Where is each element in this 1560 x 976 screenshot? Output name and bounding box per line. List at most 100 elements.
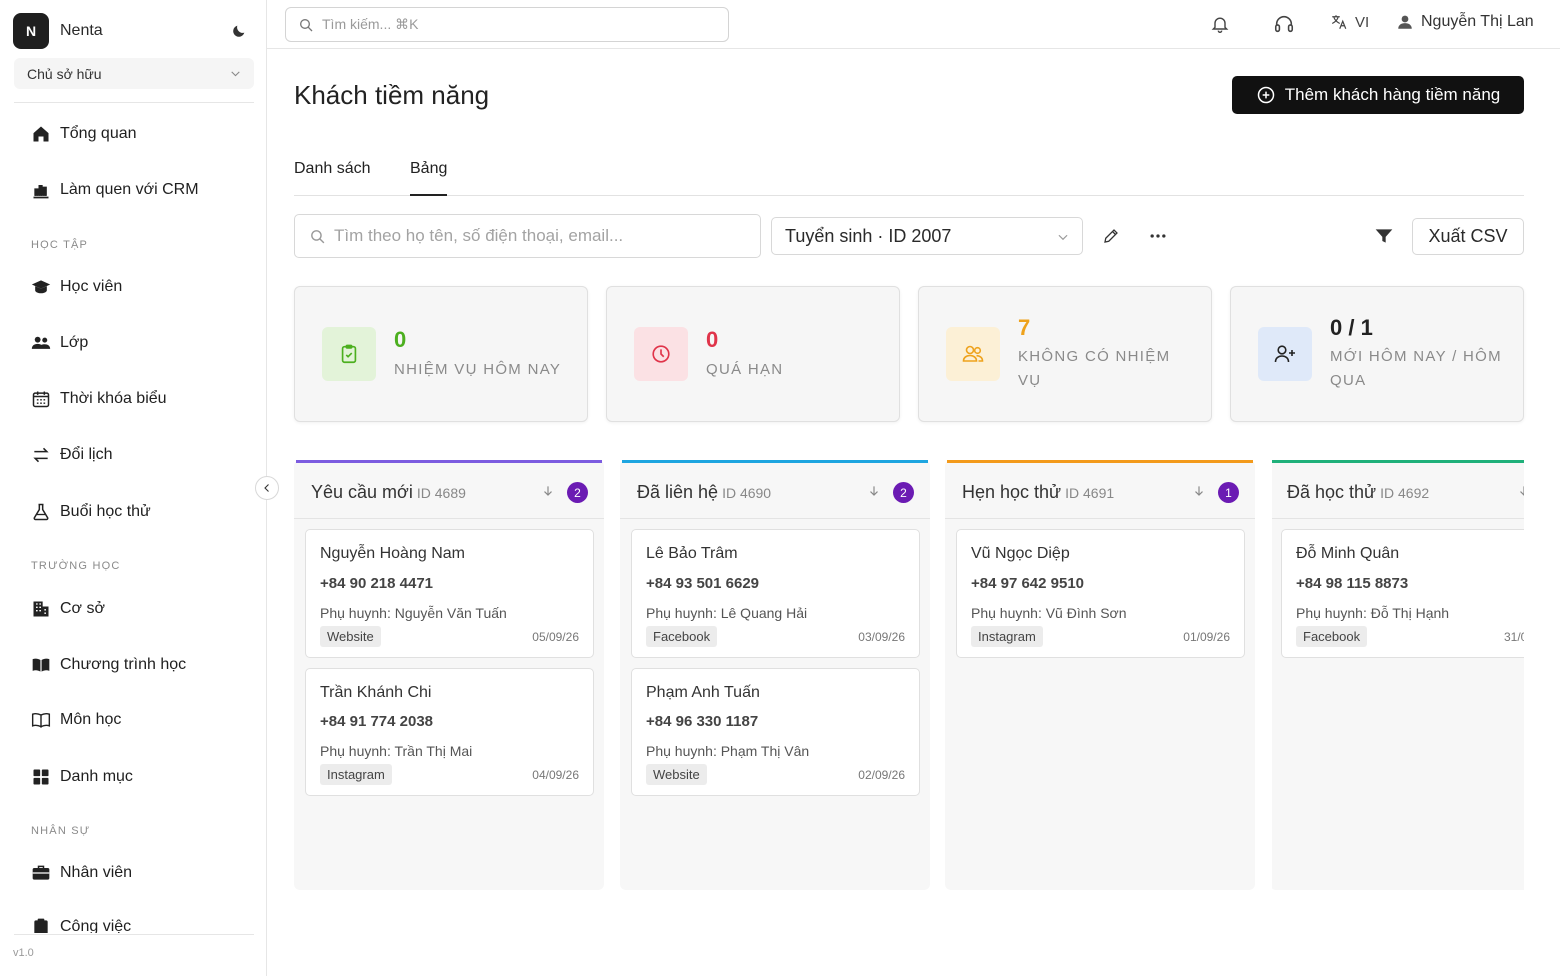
sidebar-item-curriculum[interactable]: Chương trình học <box>31 653 186 677</box>
sidebar-item-label: Môn học <box>60 711 122 728</box>
calendar-icon <box>31 389 51 409</box>
sidebar-item-classes[interactable]: Lớp <box>31 331 88 355</box>
column-count-badge: 2 <box>893 482 914 503</box>
role-select-value: Chủ sở hữu <box>27 65 102 82</box>
export-csv-button[interactable]: Xuất CSV <box>1412 218 1524 255</box>
sidebar-item-label: Danh mục <box>60 768 133 785</box>
column-header: Đã liên hệ ID 4690 2 <box>620 463 930 519</box>
stat-value: 0 <box>394 327 407 352</box>
sidebar-item-crm-intro[interactable]: Làm quen với CRM <box>31 178 199 202</box>
lead-parent: Phụ huynh: Trần Thị Mai <box>320 743 473 759</box>
lead-source-tag: Facebook <box>1296 626 1368 647</box>
translate-icon <box>1330 13 1348 31</box>
sidebar-item-label: Lớp <box>60 334 89 351</box>
sidebar-item-subjects[interactable]: Môn học <box>31 708 121 732</box>
topbar: Tìm kiếm... ⌘K VI Nguyễn Thị Lan <box>267 0 1560 49</box>
lead-source-tag: Instagram <box>971 626 1043 647</box>
stat-label: MỚI HÔM NAY / HÔM QUA <box>1330 348 1502 389</box>
tab-list[interactable]: Danh sách <box>294 160 371 196</box>
sort-down-icon[interactable] <box>867 484 881 498</box>
column-header: Yêu cầu mới ID 4689 2 <box>294 463 604 519</box>
pipeline-select[interactable]: Tuyển sinh · ID 2007 <box>771 217 1083 255</box>
chevron-left-icon <box>264 484 269 492</box>
sidebar-item-label: Cơ sở <box>60 600 105 617</box>
add-lead-label: Thêm khách hàng tiềm năng <box>1284 85 1501 104</box>
stat-icon-bg <box>322 327 376 381</box>
sidebar-item-label: Làm quen với CRM <box>60 181 199 198</box>
lead-card[interactable]: Nguyễn Hoàng Nam +84 90 218 4471 Phụ huy… <box>305 529 594 658</box>
stat-icon-bg <box>946 327 1000 381</box>
clipboard-check-icon <box>341 344 357 364</box>
sidebar-item-trial-lessons[interactable]: Buổi học thử <box>31 500 151 524</box>
column-id: ID 4692 <box>1380 485 1430 501</box>
user-menu[interactable]: Nguyễn Thị Lan <box>1396 13 1534 31</box>
lead-source-tag: Instagram <box>320 764 392 785</box>
lead-name: Phạm Anh Tuấn <box>646 684 760 701</box>
sidebar-item-label: Đổi lịch <box>60 446 113 463</box>
add-lead-button[interactable]: Thêm khách hàng tiềm năng <box>1232 76 1524 114</box>
sidebar-item-overview[interactable]: Tổng quan <box>31 122 137 146</box>
column-header: Hẹn học thử ID 4691 1 <box>945 463 1255 519</box>
search-icon <box>298 17 314 33</box>
lead-card[interactable]: Trần Khánh Chi +84 91 774 2038 Phụ huynh… <box>305 668 594 796</box>
sort-down-icon[interactable] <box>1192 484 1206 498</box>
lead-parent: Phụ huynh: Đỗ Thị Hạnh <box>1296 605 1450 621</box>
search-icon <box>309 228 326 245</box>
sidebar-item-categories[interactable]: Danh mục <box>31 765 133 789</box>
sort-down-icon[interactable] <box>541 484 555 498</box>
stat-card-new-leads: 0 / 1 MỚI HÔM NAY / HÔM QUA <box>1230 286 1524 422</box>
filter-icon[interactable] <box>1374 226 1394 246</box>
sidebar-section-study: HỌC TẬP <box>31 239 89 251</box>
sidebar-item-students[interactable]: Học viên <box>31 275 122 299</box>
stat-card-no-tasks: 7 KHÔNG CÓ NHIỆM VỤ <box>918 286 1212 422</box>
lead-card[interactable]: Đỗ Minh Quân +84 98 115 8873 Phụ huynh: … <box>1281 529 1524 658</box>
sidebar-item-label: Công việc <box>60 918 132 933</box>
sidebar-divider <box>14 102 254 103</box>
stat-label: NHIỆM VỤ HÔM NAY <box>394 361 562 378</box>
user-icon <box>1396 13 1414 31</box>
lead-phone: +84 90 218 4471 <box>320 575 434 592</box>
lead-name: Nguyễn Hoàng Nam <box>320 545 465 562</box>
users-icon <box>962 345 984 362</box>
sidebar-scroll-clip: Công việc <box>0 905 266 933</box>
brand[interactable]: N Nenta <box>13 13 253 49</box>
sidebar-item-employees[interactable]: Nhân viên <box>31 861 132 885</box>
bell-icon[interactable] <box>1209 13 1231 35</box>
stat-card-tasks-today: 0 NHIỆM VỤ HÔM NAY <box>294 286 588 422</box>
lead-phone: +84 91 774 2038 <box>320 713 434 730</box>
role-select[interactable]: Chủ sở hữu <box>14 58 254 89</box>
headset-icon[interactable] <box>1273 13 1295 35</box>
sidebar-item-label: Nhân viên <box>60 864 133 881</box>
lead-parent: Phụ huynh: Nguyễn Văn Tuấn <box>320 605 507 621</box>
sort-down-icon[interactable] <box>1517 484 1524 498</box>
tab-board[interactable]: Bảng <box>410 160 448 196</box>
lead-card[interactable]: Lê Bảo Trâm +84 93 501 6629 Phụ huynh: L… <box>631 529 920 658</box>
column-id: ID 4691 <box>1065 485 1115 501</box>
clipboard-icon <box>31 917 51 933</box>
column-count-badge: 1 <box>1218 482 1239 503</box>
column-id: ID 4690 <box>722 485 772 501</box>
lead-card[interactable]: Phạm Anh Tuấn +84 96 330 1187 Phụ huynh:… <box>631 668 920 796</box>
lead-phone: +84 93 501 6629 <box>646 575 760 592</box>
lead-card[interactable]: Vũ Ngọc Diệp +84 97 642 9510 Phụ huynh: … <box>956 529 1245 658</box>
moon-icon[interactable] <box>231 23 247 39</box>
sidebar-item-reschedule[interactable]: Đổi lịch <box>31 443 112 467</box>
more-icon[interactable] <box>1148 226 1168 246</box>
collapse-sidebar-button[interactable] <box>255 476 279 500</box>
language-switcher[interactable]: VI <box>1330 13 1369 31</box>
edit-icon[interactable] <box>1101 226 1121 246</box>
sidebar-item-campuses[interactable]: Cơ sở <box>31 597 105 621</box>
sidebar-item-tasks[interactable]: Công việc <box>31 915 131 933</box>
lead-search-input[interactable]: Tìm theo họ tên, số điện thoại, email... <box>294 214 761 258</box>
lead-search-placeholder: Tìm theo họ tên, số điện thoại, email... <box>334 226 624 245</box>
lead-name: Vũ Ngọc Diệp <box>971 545 1070 562</box>
lead-name: Đỗ Minh Quân <box>1296 545 1400 562</box>
lead-date: 01/09/26 <box>1183 630 1230 644</box>
stat-icon-bg <box>1258 327 1312 381</box>
global-search-input[interactable]: Tìm kiếm... ⌘K <box>285 7 729 42</box>
sidebar-item-timetable[interactable]: Thời khóa biểu <box>31 387 167 411</box>
grid-icon <box>31 767 51 787</box>
sidebar-item-label: Tổng quan <box>60 125 137 142</box>
stat-icon-bg <box>634 327 688 381</box>
lead-source-tag: Website <box>320 626 381 647</box>
